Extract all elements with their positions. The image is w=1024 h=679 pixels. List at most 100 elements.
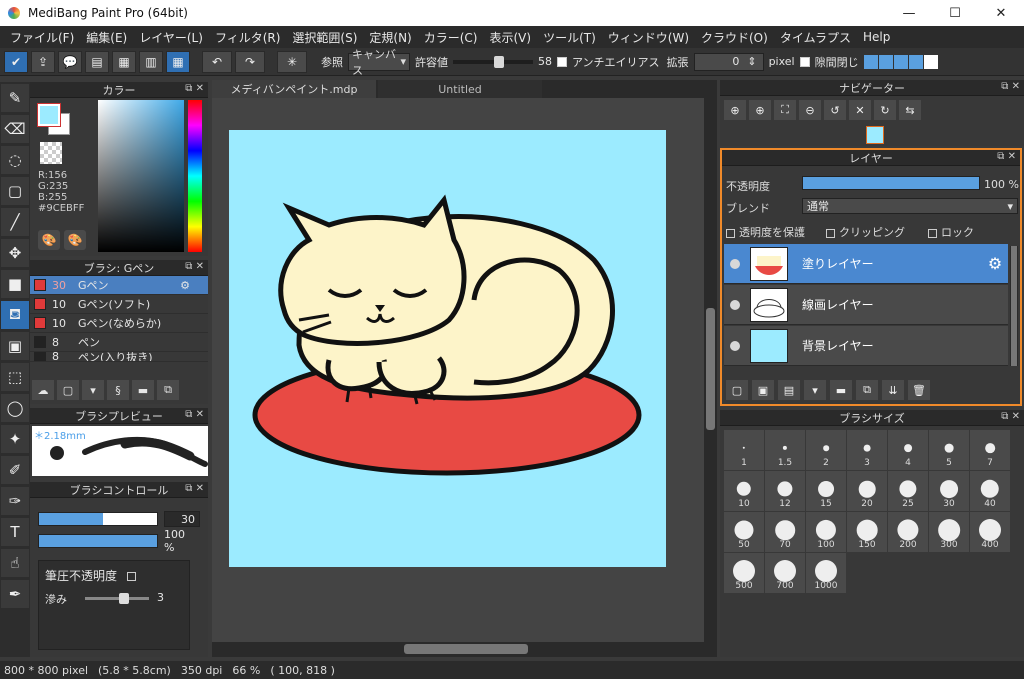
blur-slider-knob[interactable] bbox=[119, 593, 129, 604]
new-layer-icon[interactable]: ▢ bbox=[726, 380, 748, 400]
palette-edit-icon[interactable]: 🎨 bbox=[64, 230, 86, 250]
antialias-checkbox[interactable] bbox=[557, 56, 567, 67]
brush-item[interactable]: 8 ペン(入り抜き) bbox=[30, 352, 208, 362]
vertical-scrollbar[interactable] bbox=[704, 98, 717, 642]
add-layer-menu-icon[interactable]: ▾ bbox=[804, 380, 826, 400]
zoom-fit-icon[interactable]: ⊕ bbox=[724, 100, 746, 120]
minimize-button[interactable]: — bbox=[886, 0, 932, 26]
lock-option[interactable]: ロック bbox=[928, 224, 974, 240]
brush-size-option[interactable]: 10 bbox=[724, 471, 764, 511]
menu-file[interactable]: ファイル(F) bbox=[4, 29, 80, 46]
menu-selection[interactable]: 選択範囲(S) bbox=[286, 29, 363, 46]
brush-size-option[interactable]: 500 bbox=[724, 553, 764, 593]
brush-size-option[interactable]: 100 bbox=[806, 512, 846, 552]
reset-rotation-icon[interactable]: ✕ bbox=[849, 100, 871, 120]
layer-opacity-slider[interactable] bbox=[802, 176, 980, 190]
brush-opacity-slider[interactable] bbox=[38, 534, 158, 548]
palette-icon[interactable]: 🎨 bbox=[38, 230, 60, 250]
brush-size-option[interactable]: 30 bbox=[929, 471, 969, 511]
gap-close-checkbox[interactable] bbox=[799, 56, 810, 67]
layer-row[interactable]: 塗りレイヤー ⚙ bbox=[724, 244, 1008, 284]
brush-tool-icon[interactable]: ✎ bbox=[1, 84, 29, 112]
panel-controls-icon[interactable]: ⧉ ✕ bbox=[1001, 81, 1020, 92]
brush-script-icon[interactable]: § bbox=[107, 380, 129, 400]
menu-color[interactable]: カラー(C) bbox=[418, 29, 484, 46]
foreground-color-swatch[interactable] bbox=[37, 103, 61, 127]
delete-layer-icon[interactable]: 🗑 bbox=[908, 380, 930, 400]
tolerance-slider-knob[interactable] bbox=[493, 55, 504, 68]
lasso-select-icon[interactable]: ◯ bbox=[1, 394, 29, 422]
menu-filter[interactable]: フィルタ(R) bbox=[209, 29, 286, 46]
hue-slider[interactable] bbox=[188, 100, 202, 252]
bucket-tool-icon[interactable]: ⛾ bbox=[1, 301, 29, 329]
brush-size-option[interactable]: 4 bbox=[888, 430, 928, 470]
close-button[interactable]: ✕ bbox=[978, 0, 1024, 26]
ref-select[interactable]: キャンバス ▾ bbox=[348, 48, 410, 77]
brush-size-option[interactable]: 5 bbox=[929, 430, 969, 470]
share-icon[interactable]: ⇪ bbox=[31, 50, 55, 73]
gradient-tool-icon[interactable]: ▣ bbox=[1, 332, 29, 360]
brush-item[interactable]: 8 ペン bbox=[30, 333, 208, 352]
tab-untitled[interactable]: Untitled bbox=[378, 80, 542, 98]
move-tool-icon[interactable]: ✥ bbox=[1, 239, 29, 267]
gap-close-level[interactable] bbox=[863, 54, 938, 69]
page-icon[interactable]: ▦ bbox=[112, 50, 136, 73]
brush-size-option[interactable]: 700 bbox=[765, 553, 805, 593]
new-1bit-layer-icon[interactable]: ▤ bbox=[778, 380, 800, 400]
visibility-eye-icon[interactable] bbox=[730, 299, 740, 310]
brush-size-option[interactable]: 3 bbox=[847, 430, 887, 470]
blend-mode-select[interactable]: 通常 ▾ bbox=[802, 198, 1018, 214]
menu-window[interactable]: ウィンドウ(W) bbox=[602, 29, 695, 46]
horizontal-scroll-thumb[interactable] bbox=[404, 644, 528, 654]
clipping-checkbox[interactable] bbox=[826, 228, 835, 238]
rect-select-icon[interactable]: ⬚ bbox=[1, 363, 29, 391]
horizontal-scrollbar[interactable] bbox=[212, 642, 704, 656]
brush-item[interactable]: 10 Gペン(ソフト) bbox=[30, 295, 208, 314]
comment-icon[interactable]: ▤ bbox=[85, 50, 109, 73]
brush-duplicate-icon[interactable]: ⧉ bbox=[157, 380, 179, 400]
menu-ruler[interactable]: 定規(N) bbox=[363, 29, 417, 46]
brush-size-option[interactable]: 1.5 bbox=[765, 430, 805, 470]
dotted-eraser-icon[interactable]: ◌ bbox=[1, 146, 29, 174]
blur-slider[interactable] bbox=[85, 593, 149, 604]
maximize-button[interactable]: ☐ bbox=[932, 0, 978, 26]
select-eraser-icon[interactable]: ✑ bbox=[1, 487, 29, 515]
merge-down-icon[interactable]: ⇊ bbox=[882, 380, 904, 400]
protect-alpha-option[interactable]: 透明度を保護 bbox=[726, 224, 805, 240]
menu-tool[interactable]: ツール(T) bbox=[537, 29, 602, 46]
brush-size-option[interactable]: 1000 bbox=[806, 553, 846, 593]
panel-controls-icon[interactable]: ⧉ ✕ bbox=[185, 261, 204, 272]
checkmark-icon[interactable]: ✔ bbox=[4, 50, 28, 73]
new-folder-icon[interactable]: ▬ bbox=[830, 380, 852, 400]
brush-size-option[interactable]: 2 bbox=[806, 430, 846, 470]
brush-size-option[interactable]: 200 bbox=[888, 512, 928, 552]
gear-icon[interactable]: ⚙ bbox=[180, 279, 190, 292]
vertical-scroll-thumb[interactable] bbox=[706, 308, 715, 430]
brush-size-option[interactable]: 1 bbox=[724, 430, 764, 470]
brush-item[interactable]: 30 Gペン ⚙ bbox=[30, 276, 208, 295]
brush-size-slider[interactable] bbox=[38, 512, 158, 526]
brush-size-option[interactable]: 50 bbox=[724, 512, 764, 552]
flip-horizontal-icon[interactable]: ⇆ bbox=[899, 100, 921, 120]
transparent-color-swatch[interactable] bbox=[40, 142, 62, 164]
brush-size-option[interactable]: 7 bbox=[970, 430, 1010, 470]
protect-alpha-checkbox[interactable] bbox=[726, 228, 735, 238]
layer-row[interactable]: 背景レイヤー bbox=[724, 326, 1008, 366]
menu-edit[interactable]: 編集(E) bbox=[80, 29, 133, 46]
rotate-right-icon[interactable]: ↻ bbox=[874, 100, 896, 120]
brush-cloud-icon[interactable]: ☁ bbox=[32, 380, 54, 400]
menu-timelapse[interactable]: タイムラプス bbox=[774, 29, 857, 46]
brush-size-option[interactable]: 25 bbox=[888, 471, 928, 511]
duplicate-layer-icon[interactable]: ⧉ bbox=[856, 380, 878, 400]
eyedropper-icon[interactable]: ✒ bbox=[1, 580, 29, 608]
zoom-in-icon[interactable]: ⊕ bbox=[749, 100, 771, 120]
lock-checkbox[interactable] bbox=[928, 228, 937, 238]
brush-size-option[interactable]: 40 bbox=[970, 471, 1010, 511]
zoom-out-icon[interactable]: ⊖ bbox=[799, 100, 821, 120]
clipping-option[interactable]: クリッピング bbox=[826, 224, 905, 240]
menu-help[interactable]: Help bbox=[857, 30, 896, 44]
panel-controls-icon[interactable]: ⧉ ✕ bbox=[185, 483, 204, 494]
brush-size-option[interactable]: 70 bbox=[765, 512, 805, 552]
layout-icon[interactable]: ▦ bbox=[166, 50, 190, 73]
brush-size-option[interactable]: 15 bbox=[806, 471, 846, 511]
